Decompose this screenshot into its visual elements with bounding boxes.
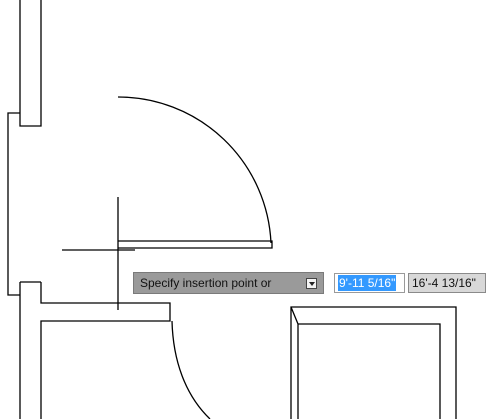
y-coordinate-value: 16'-4 13/16" bbox=[412, 276, 476, 290]
wall-right-room bbox=[290, 306, 457, 419]
wall-lower-left bbox=[19, 281, 171, 419]
wall-upper-left bbox=[19, 0, 42, 127]
drawing-canvas[interactable]: Specify insertion point or 9'-11 5/16" 1… bbox=[0, 0, 492, 419]
door-opening-curve bbox=[171, 320, 211, 419]
floor-plan-drawing bbox=[7, 0, 457, 419]
x-coordinate-value: 9'-11 5/16" bbox=[338, 275, 397, 291]
door-swing-arc bbox=[117, 96, 272, 244]
door-leaf bbox=[118, 240, 273, 249]
x-coordinate-field[interactable]: 9'-11 5/16" bbox=[334, 273, 405, 293]
crosshair-cursor bbox=[62, 197, 135, 310]
dropdown-arrow-icon[interactable] bbox=[306, 277, 317, 289]
command-prompt-text: Specify insertion point or bbox=[140, 276, 272, 290]
dynamic-input-tooltip: Specify insertion point or 9'-11 5/16" 1… bbox=[133, 272, 486, 294]
y-coordinate-field[interactable]: 16'-4 13/16" bbox=[408, 273, 486, 293]
command-prompt: Specify insertion point or bbox=[133, 272, 324, 294]
wall-left-jog bbox=[7, 112, 20, 296]
